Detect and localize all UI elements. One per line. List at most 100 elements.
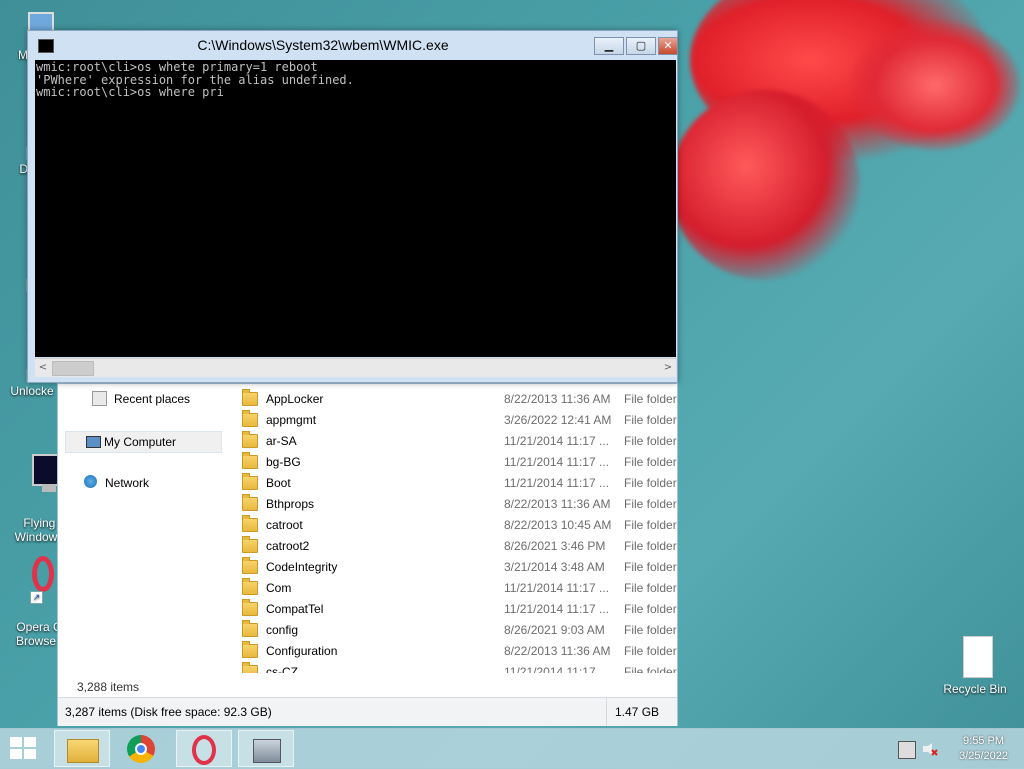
taskbar-file-explorer[interactable]: [54, 730, 110, 767]
file-row[interactable]: cs-CZ 11/21/2014 11:17 ... File folder: [238, 661, 678, 673]
nav-item-label: Recent places: [114, 392, 191, 406]
wallpaper-petal: [670, 90, 860, 280]
nav-item-recent-places[interactable]: Recent places: [92, 389, 190, 409]
scrollbar-thumb[interactable]: [52, 361, 94, 376]
file-date-modified: 8/22/2013 10:45 AM: [504, 517, 612, 532]
folder-icon: [67, 739, 99, 763]
folder-icon: [242, 388, 258, 406]
wallpaper-petal: [850, 20, 1020, 150]
close-button[interactable]: ✕: [658, 37, 678, 55]
shortcut-arrow-icon: ↗: [30, 591, 43, 604]
taskbar-wmic[interactable]: [238, 730, 294, 767]
file-row[interactable]: CompatTel 11/21/2014 11:17 ... File folder: [238, 598, 678, 619]
file-type: File folder: [624, 580, 677, 595]
folder-icon: [242, 493, 258, 511]
file-list: AppLocker 8/22/2013 11:36 AM File folder ap…: [238, 388, 678, 673]
file-name: catroot: [266, 517, 303, 532]
file-name: AppLocker: [266, 391, 324, 406]
folder-icon: [242, 577, 258, 595]
file-explorer-window: Recent places My Computer Network AppLoc…: [57, 383, 678, 726]
folder-icon: [242, 556, 258, 574]
nav-item-network[interactable]: Network: [84, 473, 149, 493]
file-date-modified: 11/21/2014 11:17 ...: [504, 454, 609, 469]
folder-icon: [242, 451, 258, 469]
file-name: cs-CZ: [266, 664, 298, 674]
clock-time: 9:55 PM: [963, 735, 1005, 747]
file-row[interactable]: Com 11/21/2014 11:17 ... File folder: [238, 577, 678, 598]
folder-icon: [242, 472, 258, 490]
folder-icon: [242, 619, 258, 637]
wmic-tools-icon: [253, 739, 281, 763]
folder-icon: [242, 514, 258, 532]
file-row[interactable]: Bthprops 8/22/2013 11:36 AM File folder: [238, 493, 678, 514]
file-row[interactable]: appmgmt 3/26/2022 12:41 AM File folder: [238, 409, 678, 430]
file-name: Configuration: [266, 643, 338, 658]
computer-icon: [86, 436, 101, 448]
desktop-icon-label: Opera G Browse: [15, 620, 62, 648]
action-center-icon[interactable]: [898, 741, 916, 759]
file-name: Com: [266, 580, 292, 595]
screensaver-icon: [18, 452, 70, 500]
status-disk-space: 3,287 items (Disk free space: 92.3 GB): [65, 705, 272, 719]
file-type: File folder: [624, 559, 677, 574]
file-type: File folder: [624, 664, 677, 674]
file-date-modified: 11/21/2014 11:17 ...: [504, 580, 609, 595]
file-row[interactable]: ar-SA 11/21/2014 11:17 ... File folder: [238, 430, 678, 451]
volume-muted-icon[interactable]: [922, 741, 938, 757]
clock-date: 3/25/2022: [959, 750, 1008, 762]
file-name: bg-BG: [266, 454, 301, 469]
folder-icon: [242, 640, 258, 658]
nav-item-label: Network: [105, 476, 150, 490]
file-date-modified: 8/22/2013 11:36 AM: [504, 391, 611, 406]
nav-item-my-computer[interactable]: My Computer: [65, 431, 222, 453]
file-row[interactable]: Configuration 8/22/2013 11:36 AM File fold…: [238, 640, 678, 661]
file-name: config: [266, 622, 299, 637]
file-row[interactable]: CodeIntegrity 3/21/2014 3:48 AM File folde…: [238, 556, 678, 577]
horizontal-scrollbar[interactable]: < >: [35, 358, 676, 377]
desktop-icon-recycle-bin[interactable]: Recycle Bin: [942, 636, 1008, 696]
file-row[interactable]: Boot 11/21/2014 11:17 ... File folder: [238, 472, 678, 493]
file-row[interactable]: AppLocker 8/22/2013 11:36 AM File folder: [238, 388, 678, 409]
file-date-modified: 8/26/2021 9:03 AM: [504, 622, 605, 637]
console-output[interactable]: wmic:root\cli>os whete primary=1 reboot '…: [35, 60, 676, 357]
folder-icon: [242, 430, 258, 448]
file-row[interactable]: bg-BG 11/21/2014 11:17 ... File folder: [238, 451, 678, 472]
taskbar-chrome[interactable]: [114, 730, 170, 767]
scroll-left-arrow[interactable]: <: [35, 360, 51, 376]
file-type: File folder: [624, 475, 677, 490]
file-type: File folder: [624, 391, 677, 406]
file-type: File folder: [624, 538, 677, 553]
nav-item-label: My Computer: [104, 435, 177, 449]
file-row[interactable]: config 8/26/2021 9:03 AM File folder: [238, 619, 678, 640]
file-name: Boot: [266, 475, 291, 490]
recent-places-icon: [92, 391, 107, 406]
file-date-modified: 11/21/2014 11:17 ...: [504, 433, 609, 448]
start-button[interactable]: [10, 737, 38, 761]
file-type: File folder: [624, 412, 677, 427]
windows-logo-icon: [10, 737, 36, 759]
status-size: 1.47 GB: [606, 698, 659, 726]
folder-icon: [242, 661, 258, 673]
file-row[interactable]: catroot 8/22/2013 10:45 AM File folder: [238, 514, 678, 535]
console-line: wmic:root\cli>os whete primary=1 reboot: [36, 60, 318, 74]
file-date-modified: 3/26/2022 12:41 AM: [504, 412, 612, 427]
opera-icon: [192, 735, 216, 765]
scroll-right-arrow[interactable]: >: [660, 360, 676, 376]
taskbar-opera-gx[interactable]: [176, 730, 232, 767]
recycle-bin-icon: [957, 636, 993, 680]
system-clock[interactable]: 9:55 PM 3/25/2022: [959, 734, 1008, 764]
status-bar: 3,287 items (Disk free space: 92.3 GB) 1…: [58, 697, 677, 726]
title-bar[interactable]: C:\Windows\System32\wbem\WMIC.exe ▁ ▢ ✕: [28, 31, 678, 59]
items-count: 3,288 items: [77, 680, 140, 694]
file-date-modified: 8/26/2021 3:46 PM: [504, 538, 606, 553]
wmic-console-window[interactable]: C:\Windows\System32\wbem\WMIC.exe ▁ ▢ ✕ …: [27, 30, 678, 383]
maximize-button[interactable]: ▢: [626, 37, 656, 55]
file-row[interactable]: catroot2 8/26/2021 3:46 PM File folder: [238, 535, 678, 556]
file-date-modified: 11/21/2014 11:17 ...: [504, 601, 609, 616]
navigation-pane: Recent places My Computer Network: [58, 384, 234, 674]
file-date-modified: 11/21/2014 11:17 ...: [504, 475, 609, 490]
file-date-modified: 8/22/2013 11:36 AM: [504, 643, 611, 658]
console-line: wmic:root\cli>os where pri: [36, 85, 224, 99]
minimize-button[interactable]: ▁: [594, 37, 624, 55]
taskbar: 9:55 PM 3/25/2022: [0, 728, 1024, 769]
